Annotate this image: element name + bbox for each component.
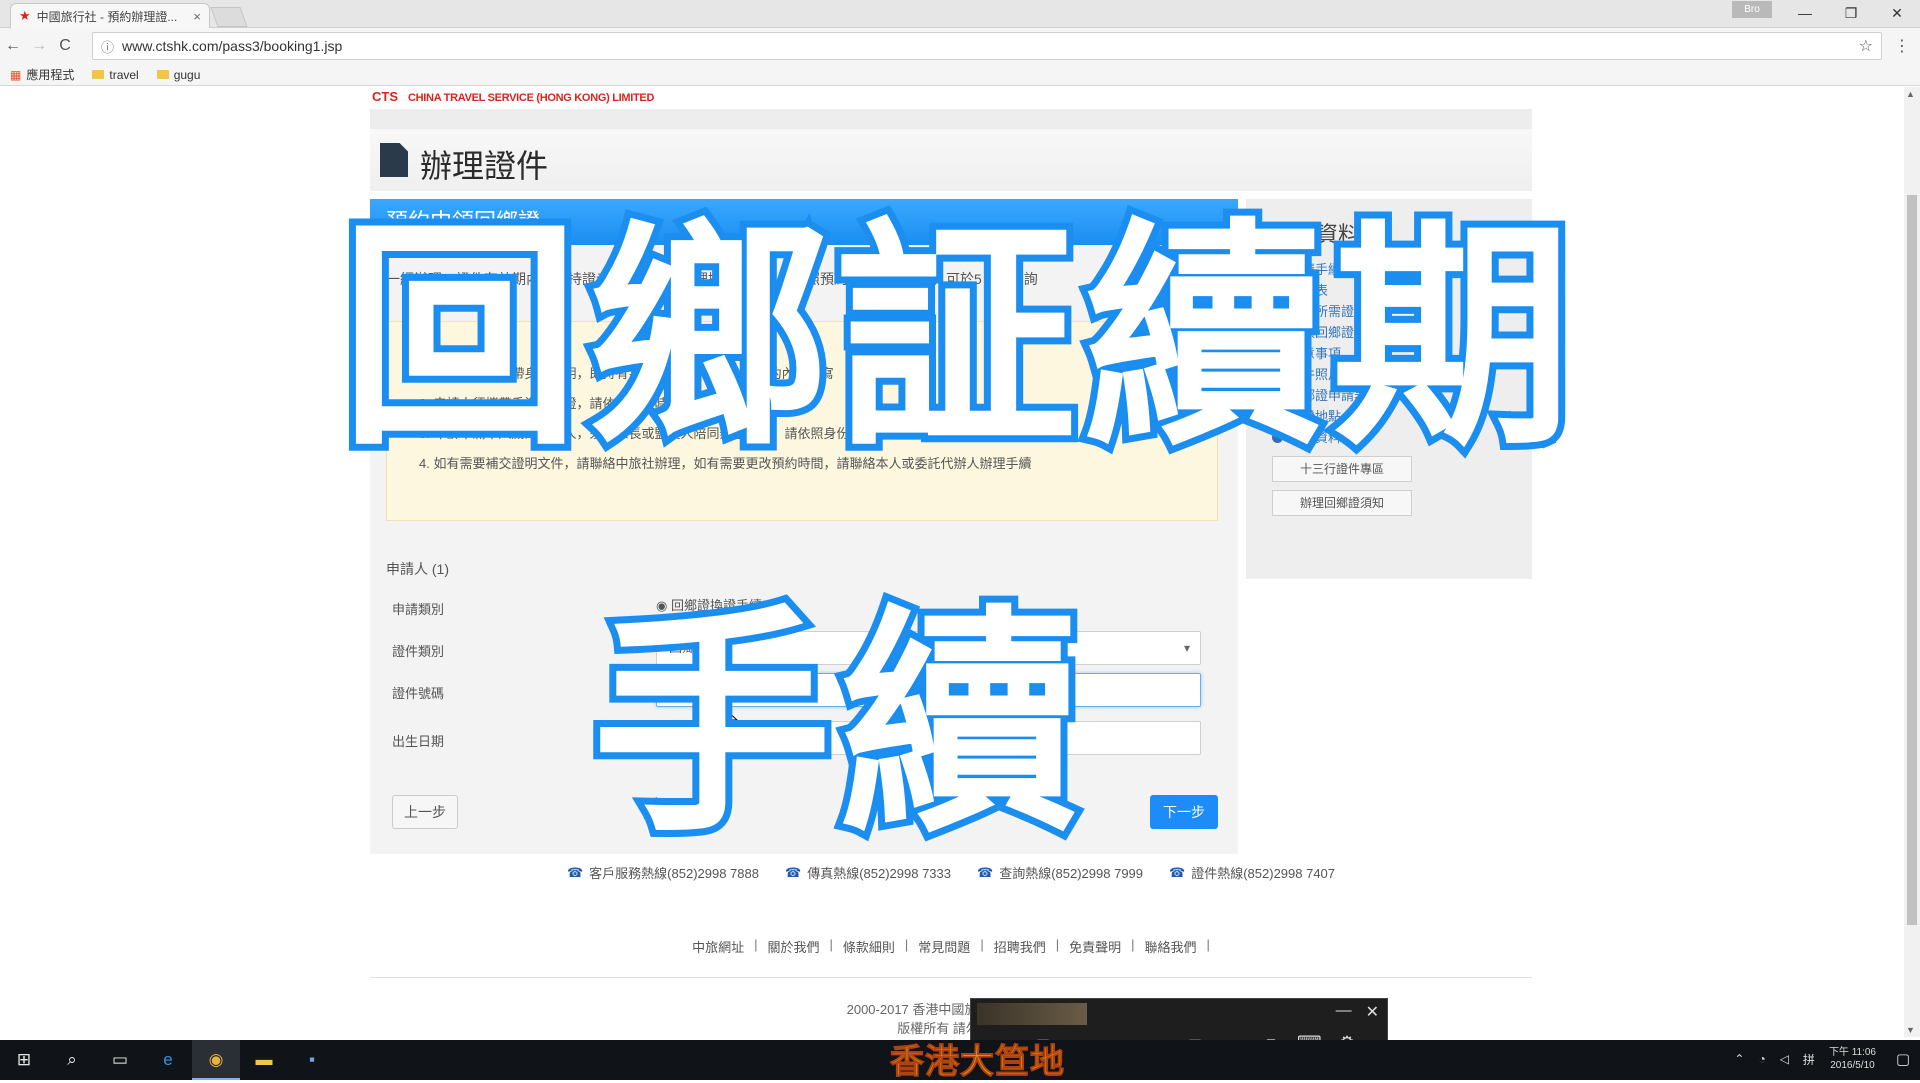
footer-link[interactable]: 關於我們 <box>767 937 819 956</box>
footer-divider <box>370 977 1532 978</box>
forward-icon[interactable]: → <box>26 37 52 55</box>
logo-text: CTS <box>372 89 398 104</box>
new-tab-button[interactable] <box>210 7 248 27</box>
ime-icon[interactable]: 拼 <box>1803 1051 1815 1068</box>
browser-menu-icon[interactable]: ⋮ <box>1894 36 1910 56</box>
separator: | <box>1206 937 1210 952</box>
tab-title: 中國旅行社 - 預約辦理證... <box>36 9 178 24</box>
bookmark-label: travel <box>109 67 139 82</box>
chrome-icon[interactable]: ◉ <box>192 1040 240 1080</box>
page-title: 辦理證件 <box>420 148 549 184</box>
notification-icon[interactable]: ▢ <box>1896 1050 1910 1068</box>
browser-toolbar: ← → C ⓘ www.ctshk.com/pass3/booking1.jsp… <box>0 28 1920 64</box>
document-icon <box>380 143 408 177</box>
browser-tabstrip: ★ 中國旅行社 - 預約辦理證... × Bro — ❐ ✕ <box>0 0 1920 28</box>
overlay-caption-line2: 手續 <box>585 578 1088 872</box>
footer-links: 中旅網址 | 關於我們 | 條款細則 | 常見問題 | 招聘我們 | 免責聲明 | 聯絡我們… <box>370 937 1532 956</box>
separator: | <box>1055 937 1060 952</box>
address-url[interactable]: www.ctshk.com/pass3/booking1.jsp <box>122 38 1859 54</box>
bookmarks-bar: ▦ 應用程式 travel gugu <box>0 64 1920 86</box>
windows-start-icon[interactable]: ⊞ <box>0 1040 48 1080</box>
scroll-down-icon[interactable]: ▼ <box>1906 1025 1915 1035</box>
clock-date: 2016/5/10 <box>1830 1060 1875 1071</box>
clock[interactable]: 下午 11:06 2016/5/10 <box>1829 1046 1876 1072</box>
folder-icon <box>92 70 105 79</box>
minimize-button[interactable]: — <box>1782 0 1828 26</box>
overlay-caption-line1: 回鄉証續期 <box>333 191 1580 485</box>
separator: | <box>904 937 909 952</box>
chevron-up-icon[interactable]: ⌃ <box>1734 1052 1744 1066</box>
separator: | <box>1131 937 1135 952</box>
minimize-icon[interactable]: — <box>1336 1002 1352 1022</box>
top-nav-bar <box>370 109 1532 129</box>
separator: | <box>980 937 984 952</box>
folder-icon <box>156 70 169 79</box>
network-icon[interactable]: ◔ <box>1758 1052 1765 1066</box>
company-name: CHINA TRAVEL SERVICE (HONG KONG) LIMITED <box>408 92 655 104</box>
site-logo[interactable]: CTS CHINA TRAVEL SERVICE (HONG KONG) LIM… <box>372 89 654 104</box>
footer-link[interactable]: 免責聲明 <box>1069 937 1121 956</box>
volume-icon[interactable]: ◁ <box>1780 1052 1789 1066</box>
search-icon[interactable]: ⌕ <box>48 1040 96 1080</box>
footer-link[interactable]: 條款細則 <box>843 937 895 956</box>
bookmark-star-icon[interactable]: ☆ <box>1859 36 1873 56</box>
bookmark-label: gugu <box>173 67 201 82</box>
window-user-badge[interactable]: Bro <box>1732 1 1772 18</box>
close-window-button[interactable]: ✕ <box>1874 0 1920 26</box>
footer-link[interactable]: 聯絡我們 <box>1145 937 1197 956</box>
footer-link[interactable]: 中旅網址 <box>692 937 744 956</box>
side-button-2[interactable]: 辦理回鄉證須知 <box>1272 490 1412 516</box>
page-header: 辦理證件 <box>370 129 1532 191</box>
channel-watermark: 香港大笪地 <box>890 1042 1065 1083</box>
footer-link[interactable]: 招聘我們 <box>994 937 1046 956</box>
task-view-icon[interactable]: ▭ <box>96 1040 144 1080</box>
back-icon[interactable]: ← <box>0 37 26 55</box>
reload-icon[interactable]: C <box>52 37 78 55</box>
toolbar-preview <box>977 1003 1087 1025</box>
clock-time: 下午 11:06 <box>1828 1047 1876 1058</box>
scroll-up-icon[interactable]: ▲ <box>1906 89 1915 99</box>
bookmark-label: 應用程式 <box>26 68 75 82</box>
separator: | <box>754 937 758 952</box>
bookmark-travel[interactable]: travel <box>92 67 139 82</box>
bookmark-apps[interactable]: ▦ 應用程式 <box>10 66 74 83</box>
app-icon[interactable]: ▪ <box>288 1040 336 1080</box>
apps-grid-icon: ▦ <box>10 67 22 82</box>
footer-link[interactable]: 常見問題 <box>918 937 970 956</box>
system-tray: ⌃ ◔ ◁ 拼 下午 11:06 2016/5/10 <box>1734 1046 1876 1072</box>
info-icon[interactable]: ⓘ <box>101 37 114 56</box>
separator: | <box>829 937 833 952</box>
address-bar[interactable]: ⓘ www.ctshk.com/pass3/booking1.jsp ☆ <box>92 32 1882 60</box>
browser-tab[interactable]: ★ 中國旅行社 - 預約辦理證... × <box>10 3 210 28</box>
maximize-button[interactable]: ❐ <box>1828 0 1874 26</box>
edge-icon[interactable]: e <box>144 1040 192 1080</box>
tab-close-icon[interactable]: × <box>193 9 201 24</box>
close-icon[interactable]: ✕ <box>1366 1002 1379 1022</box>
file-explorer-icon[interactable]: ▬ <box>240 1040 288 1080</box>
star-favicon-icon: ★ <box>19 8 31 23</box>
bookmark-gugu[interactable]: gugu <box>156 67 201 82</box>
